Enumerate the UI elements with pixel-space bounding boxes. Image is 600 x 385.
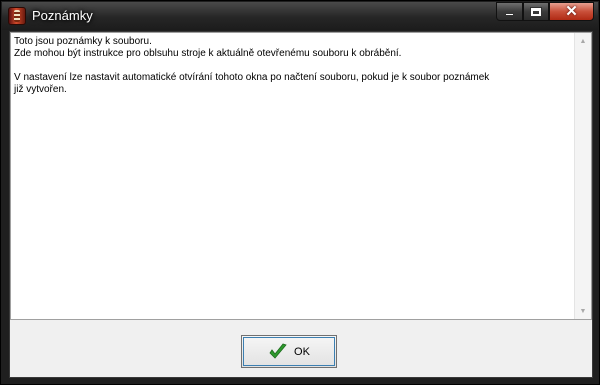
window-title: Poznámky: [32, 8, 93, 23]
title-bar[interactable]: Poznámky ✕: [2, 2, 598, 30]
minimize-button[interactable]: [496, 2, 523, 21]
ok-button[interactable]: OK: [241, 335, 337, 368]
check-icon: [269, 343, 287, 359]
dialog-client-area: Toto jsou poznámky k souboru. Zde mohou …: [9, 31, 593, 378]
app-icon[interactable]: [8, 7, 26, 25]
scroll-down-icon[interactable]: ▼: [575, 303, 591, 319]
ok-button-label: OK: [294, 345, 310, 358]
close-button[interactable]: ✕: [549, 2, 594, 21]
notes-text: Toto jsou poznámky k souboru. Zde mohou …: [14, 36, 490, 95]
notes-window: Poznámky ✕ Toto jsou poznámky k souboru.…: [0, 0, 600, 385]
close-icon: ✕: [565, 3, 578, 20]
minimize-icon: [505, 13, 514, 16]
scroll-up-icon[interactable]: ▲: [575, 33, 591, 49]
vertical-scrollbar[interactable]: ▲ ▼: [574, 33, 591, 319]
maximize-button[interactable]: [523, 2, 549, 21]
caption-buttons: ✕: [496, 2, 594, 22]
notes-textarea[interactable]: Toto jsou poznámky k souboru. Zde mohou …: [10, 32, 592, 320]
maximize-icon: [530, 6, 542, 17]
